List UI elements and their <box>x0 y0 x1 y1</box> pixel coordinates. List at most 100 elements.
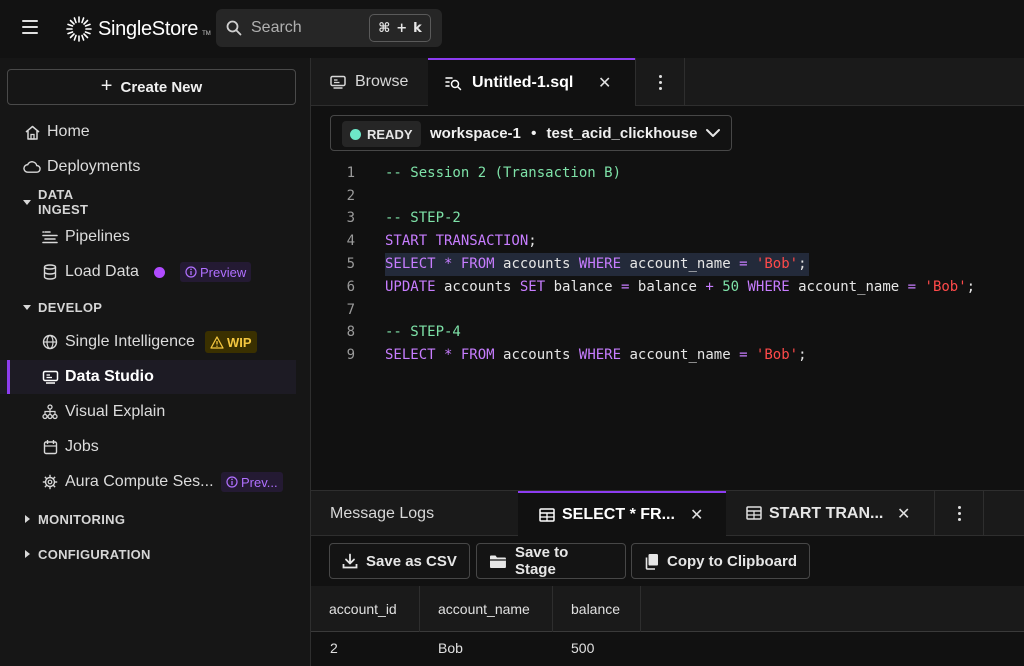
globe-icon <box>41 333 59 351</box>
sidebar-item-deployments[interactable]: Deployments <box>0 150 296 184</box>
sidebar-item-label: Data Studio <box>65 368 154 385</box>
line-number: 8 <box>346 324 355 340</box>
results-tab-bar: Message Logs SELECT * FR... ✕ START TRAN… <box>311 490 1024 536</box>
pipelines-icon <box>41 228 59 246</box>
tab-untitled-sql[interactable]: Untitled-1.sql ✕ <box>428 58 635 106</box>
code-line: 4 START TRANSACTION; <box>311 230 1024 253</box>
tab-browse[interactable]: Browse <box>311 58 428 106</box>
code-token: SELECT <box>385 347 436 363</box>
code-token: START TRANSACTION <box>385 233 529 249</box>
column-header[interactable]: account_name <box>420 586 553 632</box>
code-token: -- Session 2 (Transaction B) <box>385 165 622 181</box>
code-token: balance <box>629 279 706 295</box>
caret-down-icon <box>23 200 31 205</box>
code-token: = <box>907 279 917 295</box>
preview-badge-label: Prev... <box>241 474 278 490</box>
table-icon <box>539 508 555 522</box>
table-icon <box>746 506 762 520</box>
column-header[interactable]: account_id <box>311 586 420 632</box>
line-number: 3 <box>346 210 355 226</box>
editor-tabs-more-icon[interactable] <box>635 58 685 106</box>
status-label: READY <box>367 126 413 142</box>
code-token: = <box>739 347 748 363</box>
sidebar-item-label: Load Data <box>65 263 139 280</box>
browse-icon <box>330 75 346 89</box>
sidebar-item-pipelines[interactable]: Pipelines <box>0 220 296 254</box>
database-icon <box>41 263 59 281</box>
button-label: Save to Stage <box>514 544 569 578</box>
line-number: 6 <box>346 279 355 295</box>
copy-to-clipboard-button[interactable]: Copy to Clipboard <box>631 543 810 579</box>
code-token: -- STEP-2 <box>385 210 461 226</box>
tab-label: Browse <box>355 73 409 90</box>
button-label: Copy to Clipboard <box>667 552 797 570</box>
tab-label: Untitled-1.sql <box>472 74 574 91</box>
code-line: 7 <box>311 299 1024 322</box>
line-number: 7 <box>346 302 355 318</box>
tab-message-logs[interactable]: Message Logs <box>311 491 518 536</box>
code-line: 2 <box>311 185 1024 208</box>
calendar-icon <box>41 438 59 456</box>
close-tab-icon[interactable]: ✕ <box>690 505 703 525</box>
sidebar-item-label: Single Intelligence <box>65 333 195 350</box>
code-token: accounts <box>494 347 579 363</box>
sidebar: + Create New Home Deployments DATA INGES… <box>0 58 310 666</box>
singlestore-logo-icon <box>66 16 92 42</box>
column-header[interactable]: balance <box>553 586 641 632</box>
code-token: ; <box>798 347 807 363</box>
singlestore-logo[interactable]: SingleStore TM <box>64 14 211 44</box>
code-token: 50 <box>713 279 748 295</box>
workspace-name: workspace-1 <box>430 125 521 142</box>
code-token: WHERE <box>747 279 790 295</box>
home-icon <box>23 123 41 141</box>
hamburger-menu-icon[interactable] <box>22 20 38 34</box>
sidebar-item-jobs[interactable]: Jobs <box>0 430 296 464</box>
results-grid: account_id account_name balance 2 Bob 50… <box>311 586 1024 666</box>
sidebar-item-label: Visual Explain <box>65 403 166 420</box>
code-token: FROM <box>460 347 495 363</box>
sidebar-item-label: Aura Compute Ses... <box>65 473 214 490</box>
close-tab-icon[interactable]: ✕ <box>897 504 910 524</box>
sidebar-item-data-studio[interactable]: Data Studio <box>0 360 296 394</box>
preview-badge: Prev... <box>221 472 283 492</box>
code-line: 9 SELECT * FROM accounts WHERE account_n… <box>311 344 1024 367</box>
sidebar-item-single-intelligence[interactable]: Single Intelligence WIP <box>0 325 296 359</box>
tab-start-result[interactable]: START TRAN... ✕ <box>726 491 934 536</box>
sidebar-item-aura-compute[interactable]: Aura Compute Ses... Prev... <box>0 465 296 499</box>
wip-badge: WIP <box>205 331 257 353</box>
sidebar-item-home[interactable]: Home <box>0 115 296 149</box>
search-bar[interactable]: Search ⌘ + k <box>216 9 442 47</box>
code-line: 3 -- STEP-2 <box>311 207 1024 230</box>
command-key-icon: ⌘ <box>378 20 391 36</box>
grid-cell: 500 <box>571 640 595 656</box>
code-line: 8 -- STEP-4 <box>311 321 1024 344</box>
code-token: SELECT <box>385 256 436 272</box>
code-token: UPDATE <box>385 279 436 295</box>
code-token: account_name <box>621 256 740 272</box>
tab-select-result[interactable]: SELECT * FR... ✕ <box>518 491 726 536</box>
close-tab-icon[interactable]: ✕ <box>598 73 611 93</box>
status-dot <box>350 128 361 140</box>
top-bar: SingleStore TM Search ⌘ + k <box>0 0 1024 58</box>
sql-editor[interactable]: READY workspace-1 • test_acid_clickhouse… <box>311 106 1024 490</box>
workspace-selector[interactable]: READY workspace-1 • test_acid_clickhouse <box>330 115 732 151</box>
button-label: Save as CSV <box>366 552 457 570</box>
data-studio-icon <box>41 368 59 386</box>
code-token: account_name <box>621 347 740 363</box>
caret-right-icon <box>25 550 30 558</box>
workspace-database-label: workspace-1 • test_acid_clickhouse <box>430 125 697 142</box>
code-token: 'Bob' <box>747 347 799 363</box>
sidebar-item-load-data[interactable]: Load Data Preview <box>0 255 296 289</box>
sidebar-item-visual-explain[interactable]: Visual Explain <box>0 395 296 429</box>
save-to-stage-button[interactable]: Save to Stage <box>476 543 626 579</box>
save-as-csv-button[interactable]: Save as CSV <box>329 543 470 579</box>
code-token: = <box>739 256 748 272</box>
code-token: account_name <box>789 279 908 295</box>
create-new-button[interactable]: + Create New <box>7 69 296 105</box>
line-number: 2 <box>346 188 355 204</box>
code-token: accounts <box>494 256 579 272</box>
results-tabs-more-icon[interactable] <box>934 491 984 536</box>
grid-cell: Bob <box>438 640 463 656</box>
code-token: + <box>705 279 714 295</box>
code-line: 6 UPDATE accounts SET balance = balance … <box>311 276 1024 299</box>
